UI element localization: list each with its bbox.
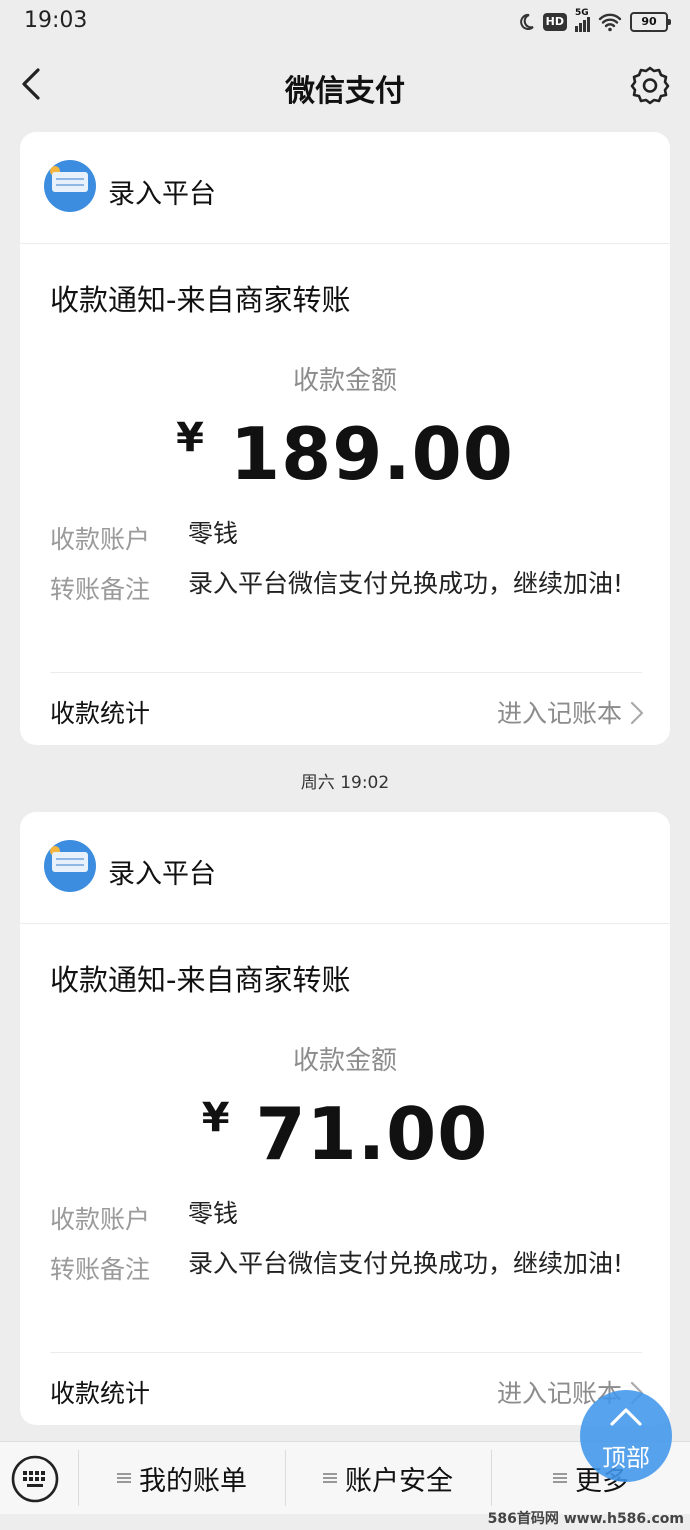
stats-label: 收款统计 — [50, 699, 151, 728]
menu-label: 我的账单 — [139, 1465, 247, 1497]
wifi-icon — [598, 13, 622, 32]
gear-icon[interactable] — [630, 62, 670, 106]
keyboard-icon[interactable] — [10, 1454, 60, 1504]
remark-label: 转账备注 — [50, 1255, 151, 1284]
currency-symbol: ¥ — [176, 415, 204, 461]
amount-value: 189.00 — [230, 412, 514, 496]
account-label: 收款账户 — [50, 1205, 151, 1234]
card-header[interactable]: 录入平台 — [20, 132, 670, 244]
menu-lines-icon — [553, 1471, 567, 1485]
merchant-name: 录入平台 — [108, 179, 216, 210]
amount-row: ¥71.00 — [20, 1092, 670, 1176]
battery-icon: 90 — [630, 12, 671, 32]
notice-title: 收款通知-来自商家转账 — [50, 283, 351, 317]
status-icons: HD 5G 90 — [517, 8, 671, 34]
amount-value: 71.00 — [255, 1092, 489, 1176]
avatar-caption — [44, 878, 96, 888]
account-value: 零钱 — [188, 519, 239, 548]
payment-notice-card[interactable]: 录入平台 收款通知-来自商家转账 收款金额 ¥71.00 收款账户 零钱 转账备… — [20, 812, 670, 1425]
menu-lines-icon — [323, 1471, 337, 1485]
currency-symbol: ¥ — [201, 1095, 230, 1141]
message-timestamp: 周六 19:02 — [300, 773, 390, 793]
menu-lines-icon — [117, 1471, 131, 1485]
remark-value: 录入平台微信支付兑换成功，继续加油! — [188, 569, 624, 598]
watermark: 586首码网 www.h586.com — [487, 1511, 684, 1527]
divider — [50, 1352, 642, 1353]
account-label: 收款账户 — [50, 525, 151, 554]
avatar-caption — [44, 198, 96, 208]
chevron-right-icon[interactable] — [628, 700, 646, 726]
top-button-label: 顶部 — [602, 1444, 650, 1472]
menu-account-security[interactable]: 账户安全 — [286, 1442, 490, 1514]
amount-label: 收款金额 — [292, 1046, 397, 1076]
menu-label: 账户安全 — [345, 1465, 453, 1497]
signal-label: 5G — [575, 8, 589, 18]
menu-my-bills[interactable]: 我的账单 — [80, 1442, 284, 1514]
scroll-to-top-button[interactable]: 顶部 — [580, 1390, 672, 1482]
ledger-link[interactable]: 进入记账本 — [497, 694, 622, 730]
merchant-avatar — [44, 160, 96, 212]
merchant-avatar — [44, 840, 96, 892]
status-bar: 19:03 HD 5G 90 — [0, 0, 690, 44]
chevron-up-icon — [610, 1408, 642, 1426]
notice-title: 收款通知-来自商家转账 — [50, 963, 351, 997]
divider — [50, 672, 642, 673]
menu-separator — [78, 1450, 79, 1506]
page-title: 微信支付 — [285, 74, 405, 109]
account-value: 零钱 — [188, 1199, 239, 1228]
amount-row: ¥189.00 — [20, 412, 670, 496]
moon-icon — [519, 13, 534, 30]
status-time: 19:03 — [24, 8, 88, 33]
stats-label: 收款统计 — [50, 1379, 151, 1408]
hd-badge: HD — [542, 13, 567, 31]
remark-value: 录入平台微信支付兑换成功，继续加油! — [188, 1249, 624, 1278]
nav-bar: 微信支付 — [0, 44, 690, 124]
merchant-name: 录入平台 — [108, 859, 216, 890]
signal-icon: 5G — [575, 8, 590, 32]
payment-notice-card[interactable]: 录入平台 收款通知-来自商家转账 收款金额 ¥189.00 收款账户 零钱 转账… — [20, 132, 670, 745]
card-header[interactable]: 录入平台 — [20, 812, 670, 924]
amount-label: 收款金额 — [292, 366, 397, 396]
remark-label: 转账备注 — [50, 575, 151, 604]
